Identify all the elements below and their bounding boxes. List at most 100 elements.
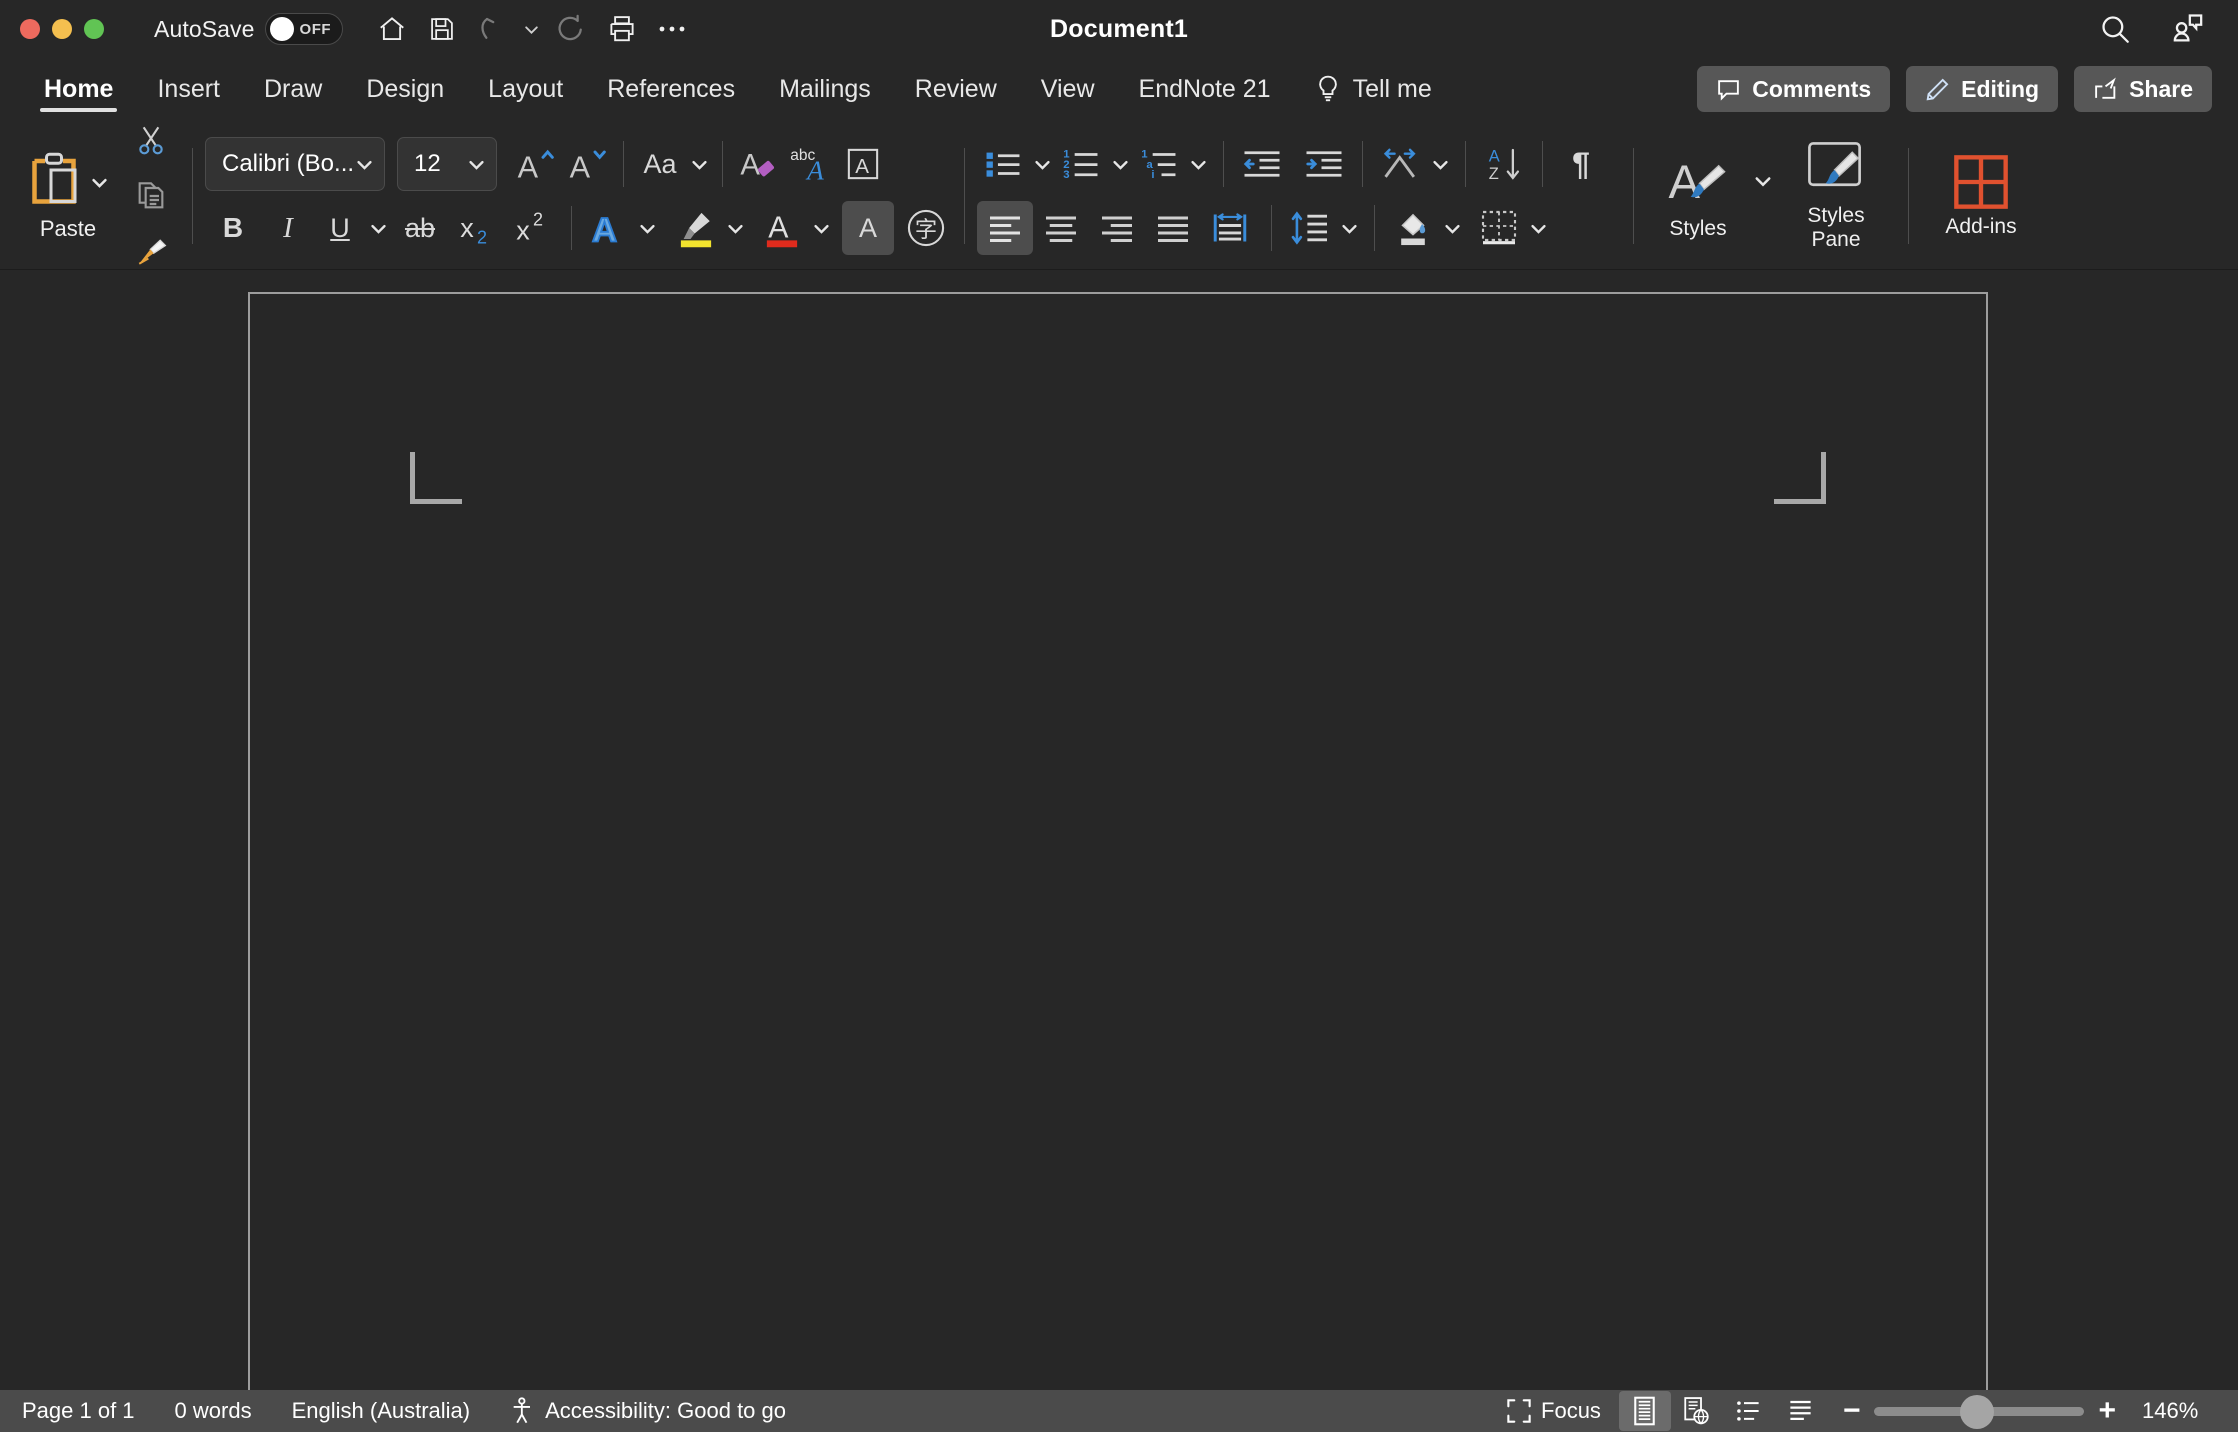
tab-insert[interactable]: Insert bbox=[135, 58, 242, 120]
zoom-slider-handle[interactable] bbox=[1960, 1394, 1995, 1429]
change-case-button[interactable]: Aa bbox=[634, 137, 686, 191]
font-size-combobox[interactable]: 12 bbox=[397, 137, 497, 191]
document-page[interactable] bbox=[248, 292, 1988, 1390]
clear-formatting-icon[interactable]: A bbox=[733, 137, 785, 191]
align-left-button[interactable] bbox=[977, 201, 1033, 255]
tell-me-button[interactable]: Tell me bbox=[1293, 58, 1454, 120]
print-layout-view-button[interactable] bbox=[1618, 1391, 1671, 1431]
undo-icon[interactable] bbox=[469, 7, 515, 51]
zoom-slider[interactable] bbox=[1874, 1394, 2085, 1429]
text-effects-icon[interactable]: A bbox=[582, 201, 634, 255]
text-effects-chevron-down-icon[interactable] bbox=[634, 201, 660, 255]
font-name-combobox[interactable]: Calibri (Bo... bbox=[205, 137, 385, 191]
focus-button[interactable]: Focus bbox=[1506, 1398, 1601, 1424]
numbering-icon[interactable]: 1 2 3 bbox=[1055, 137, 1107, 191]
justify-button[interactable] bbox=[1145, 201, 1201, 255]
tab-layout[interactable]: Layout bbox=[466, 58, 585, 120]
superscript-button[interactable]: x 2 bbox=[505, 201, 561, 255]
highlight-chevron-down-icon[interactable] bbox=[722, 201, 748, 255]
change-case-chevron-down-icon[interactable] bbox=[686, 137, 712, 191]
multilevel-chevron-down-icon[interactable] bbox=[1185, 137, 1211, 191]
document-canvas[interactable] bbox=[0, 270, 2238, 1390]
borders-chevron-down-icon[interactable] bbox=[1525, 201, 1551, 255]
page-count-status[interactable]: Page 1 of 1 bbox=[22, 1398, 135, 1424]
language-status[interactable]: English (Australia) bbox=[292, 1398, 471, 1424]
maximize-window-button[interactable] bbox=[84, 19, 104, 39]
minimize-window-button[interactable] bbox=[52, 19, 72, 39]
highlight-color-icon[interactable] bbox=[670, 201, 722, 255]
accessibility-status[interactable]: Accessibility: Good to go bbox=[510, 1397, 786, 1425]
character-shading-button[interactable]: A bbox=[842, 201, 894, 255]
format-painter-icon[interactable] bbox=[125, 225, 177, 269]
font-color-icon[interactable]: A bbox=[756, 201, 808, 255]
decrease-indent-icon[interactable] bbox=[1236, 137, 1288, 191]
increase-indent-icon[interactable] bbox=[1298, 137, 1350, 191]
tab-references[interactable]: References bbox=[585, 58, 757, 120]
add-ins-button[interactable]: Add-ins bbox=[1921, 126, 2041, 266]
styles-button[interactable]: A Styles bbox=[1646, 126, 1750, 266]
styles-pane-button[interactable]: Styles Pane bbox=[1776, 126, 1896, 266]
text-direction-icon[interactable] bbox=[1375, 137, 1427, 191]
autosave-control[interactable]: AutoSave OFF bbox=[154, 13, 343, 45]
shading-icon[interactable] bbox=[1387, 201, 1439, 255]
numbering-chevron-down-icon[interactable] bbox=[1107, 137, 1133, 191]
comments-button[interactable]: Comments bbox=[1697, 66, 1891, 112]
tab-endnote-21[interactable]: EndNote 21 bbox=[1117, 58, 1293, 120]
tab-mailings[interactable]: Mailings bbox=[757, 58, 893, 120]
zoom-in-button[interactable]: + bbox=[2098, 1396, 2116, 1426]
editing-button[interactable]: Editing bbox=[1906, 66, 2059, 112]
search-icon[interactable] bbox=[2092, 7, 2138, 51]
draft-view-button[interactable] bbox=[1775, 1391, 1827, 1431]
shrink-font-button[interactable]: A bbox=[561, 137, 613, 191]
line-spacing-icon[interactable] bbox=[1284, 201, 1336, 255]
show-formatting-marks-button[interactable]: ¶ bbox=[1555, 137, 1607, 191]
save-icon[interactable] bbox=[419, 7, 465, 51]
paste-button[interactable]: Paste bbox=[14, 150, 122, 242]
paste-chevron-down-icon[interactable] bbox=[86, 155, 112, 209]
shading-chevron-down-icon[interactable] bbox=[1439, 201, 1465, 255]
tab-design[interactable]: Design bbox=[344, 58, 466, 120]
bold-button[interactable]: B bbox=[205, 201, 261, 255]
zoom-out-button[interactable]: − bbox=[1843, 1396, 1861, 1426]
undo-chevron-down-icon[interactable] bbox=[519, 7, 545, 51]
tab-view[interactable]: View bbox=[1019, 58, 1117, 120]
strikethrough-button[interactable]: ab bbox=[391, 201, 449, 255]
phonetic-guide-icon[interactable]: 字 bbox=[900, 201, 952, 255]
align-center-button[interactable] bbox=[1033, 201, 1089, 255]
sort-icon[interactable]: A Z bbox=[1478, 137, 1530, 191]
tab-home[interactable]: Home bbox=[22, 58, 135, 120]
close-window-button[interactable] bbox=[20, 19, 40, 39]
spelling-icon[interactable]: abc A bbox=[785, 137, 837, 191]
bullets-icon[interactable] bbox=[977, 137, 1029, 191]
character-border-icon[interactable]: A bbox=[837, 137, 889, 191]
font-color-chevron-down-icon[interactable] bbox=[808, 201, 834, 255]
underline-chevron-down-icon[interactable] bbox=[365, 201, 391, 255]
share-button[interactable]: Share bbox=[2074, 66, 2212, 112]
align-right-button[interactable] bbox=[1089, 201, 1145, 255]
home-icon[interactable] bbox=[369, 7, 415, 51]
italic-button[interactable]: I bbox=[261, 201, 315, 255]
multilevel-list-icon[interactable]: 1 a i bbox=[1133, 137, 1185, 191]
bullets-chevron-down-icon[interactable] bbox=[1029, 137, 1055, 191]
copy-icon[interactable] bbox=[125, 169, 177, 223]
account-comment-icon[interactable] bbox=[2164, 7, 2210, 51]
redo-icon[interactable] bbox=[549, 7, 595, 51]
subscript-button[interactable]: x 2 bbox=[449, 201, 505, 255]
borders-icon[interactable] bbox=[1473, 201, 1525, 255]
grow-font-button[interactable]: A bbox=[509, 137, 561, 191]
underline-button[interactable]: U bbox=[315, 201, 365, 255]
styles-chevron-down-icon[interactable] bbox=[1750, 154, 1776, 208]
word-count-status[interactable]: 0 words bbox=[175, 1398, 252, 1424]
print-icon[interactable] bbox=[599, 7, 645, 51]
line-spacing-chevron-down-icon[interactable] bbox=[1336, 201, 1362, 255]
text-direction-chevron-down-icon[interactable] bbox=[1427, 137, 1453, 191]
more-options-icon[interactable] bbox=[649, 7, 695, 51]
distributed-button[interactable] bbox=[1201, 201, 1259, 255]
tab-review[interactable]: Review bbox=[893, 58, 1019, 120]
outline-view-button[interactable] bbox=[1723, 1391, 1775, 1431]
web-layout-view-button[interactable] bbox=[1671, 1391, 1723, 1431]
tab-draw[interactable]: Draw bbox=[242, 58, 344, 120]
autosave-toggle[interactable]: OFF bbox=[264, 13, 343, 45]
zoom-level-label[interactable]: 146% bbox=[2142, 1398, 2216, 1424]
cut-icon[interactable] bbox=[125, 120, 177, 167]
